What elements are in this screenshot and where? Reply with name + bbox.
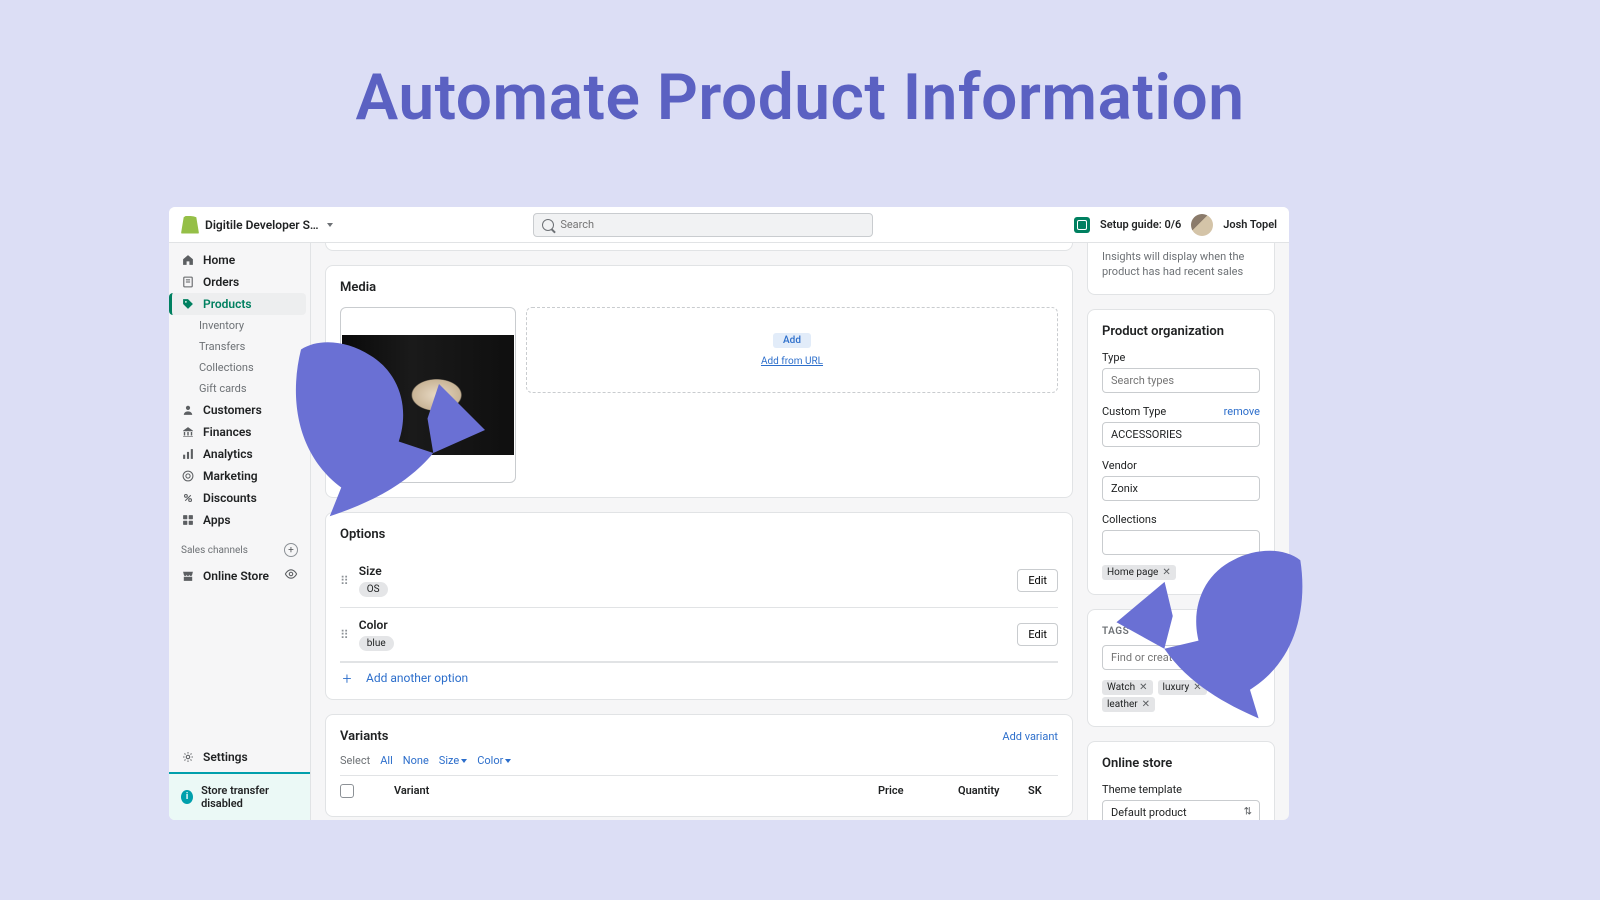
vendor-label: Vendor	[1102, 459, 1260, 472]
user-name[interactable]: Josh Topel	[1223, 218, 1277, 231]
variants-card: Variants Add variant Select All None Siz…	[325, 714, 1073, 817]
online-store-icon	[181, 569, 195, 583]
media-dropzone[interactable]: Add Add from URL	[526, 307, 1058, 393]
discounts-icon	[181, 491, 195, 505]
prev-card-peek	[325, 243, 1073, 251]
type-input[interactable]	[1102, 368, 1260, 393]
option-name: Size	[359, 564, 1018, 578]
theme-select[interactable]	[1102, 800, 1260, 820]
search-input[interactable]	[560, 218, 864, 231]
search-box[interactable]	[533, 213, 873, 237]
add-from-url-link[interactable]: Add from URL	[761, 356, 823, 367]
topbar: Digitile Developer S… Setup guide: 0/6 J…	[169, 207, 1289, 243]
type-label: Type	[1102, 351, 1260, 364]
sales-channels-header: Sales channels +	[169, 537, 310, 563]
headline: Automate Product Information	[0, 0, 1600, 135]
option-row-color: ⠿ Color blue Edit	[340, 608, 1058, 662]
add-channel-button[interactable]: +	[284, 543, 298, 557]
insights-text: Insights will display when the product h…	[1102, 249, 1260, 280]
add-media-button[interactable]: Add	[773, 333, 811, 348]
add-variant-link[interactable]: Add variant	[1002, 730, 1058, 743]
shopify-logo-icon	[181, 216, 199, 234]
custom-type-label: Custom Type	[1102, 405, 1166, 418]
filter-select-label: Select	[340, 754, 370, 767]
options-card: Options ⠿ Size OS Edit ⠿ Color blue	[325, 512, 1073, 700]
store-name: Digitile Developer S…	[205, 218, 319, 232]
theme-label: Theme template	[1102, 783, 1260, 796]
filter-all[interactable]: All	[380, 754, 393, 767]
filter-none[interactable]: None	[403, 754, 429, 767]
analytics-icon	[181, 447, 195, 461]
select-caret-icon: ⇅	[1244, 807, 1252, 818]
plus-icon: +	[340, 671, 354, 685]
nav-orders[interactable]: Orders	[169, 271, 310, 293]
setup-guide-icon	[1074, 217, 1090, 233]
option-value-pill: blue	[359, 636, 394, 651]
drag-handle-icon[interactable]: ⠿	[340, 574, 347, 588]
insights-card: Insights will display when the product h…	[1087, 243, 1275, 295]
gear-icon	[181, 750, 195, 764]
setup-guide-label[interactable]: Setup guide: 0/6	[1100, 218, 1181, 231]
online-store-card: Online store Theme template ⇅ Assign a t…	[1087, 741, 1275, 820]
select-all-checkbox[interactable]	[340, 784, 354, 798]
remove-custom-type[interactable]: remove	[1224, 405, 1260, 418]
customers-icon	[181, 403, 195, 417]
add-option-button[interactable]: + Add another option	[340, 662, 1058, 685]
marketing-icon	[181, 469, 195, 483]
products-icon	[181, 297, 195, 311]
custom-type-input[interactable]	[1102, 422, 1260, 447]
info-icon: i	[181, 790, 193, 804]
variants-table-header: Variant Price Quantity SK	[340, 775, 1058, 802]
transfer-banner: iStore transfer disabled	[169, 772, 310, 820]
online-store-title: Online store	[1102, 756, 1260, 771]
decorative-arrow-left	[278, 320, 508, 540]
apps-icon	[181, 513, 195, 527]
view-store-icon[interactable]	[284, 567, 298, 584]
nav-products[interactable]: Products	[169, 293, 306, 315]
option-name: Color	[359, 618, 1018, 632]
home-icon	[181, 253, 195, 267]
variants-title: Variants	[340, 729, 388, 744]
nav-settings[interactable]: Settings	[169, 742, 310, 772]
user-avatar[interactable]	[1191, 214, 1213, 236]
vendor-input[interactable]	[1102, 476, 1260, 501]
caret-down-icon	[505, 759, 511, 763]
nav-home[interactable]: Home	[169, 249, 310, 271]
option-value-pill: OS	[359, 582, 388, 597]
orders-icon	[181, 275, 195, 289]
edit-option-button[interactable]: Edit	[1017, 569, 1058, 592]
variant-filters: Select All None Size Color	[340, 744, 1058, 775]
filter-color[interactable]: Color	[477, 754, 511, 767]
search-icon	[542, 219, 554, 231]
filter-size[interactable]: Size	[439, 754, 467, 767]
edit-option-button[interactable]: Edit	[1017, 623, 1058, 646]
decorative-arrow-right	[1067, 519, 1343, 741]
caret-down-icon	[461, 759, 467, 763]
drag-handle-icon[interactable]: ⠿	[340, 628, 347, 642]
store-switcher[interactable]: Digitile Developer S…	[181, 216, 333, 234]
nav-online-store[interactable]: Online Store	[169, 563, 310, 588]
option-row-size: ⠿ Size OS Edit	[340, 554, 1058, 608]
caret-down-icon	[327, 223, 333, 227]
media-title: Media	[340, 280, 1058, 295]
finances-icon	[181, 425, 195, 439]
org-title: Product organization	[1102, 324, 1260, 339]
